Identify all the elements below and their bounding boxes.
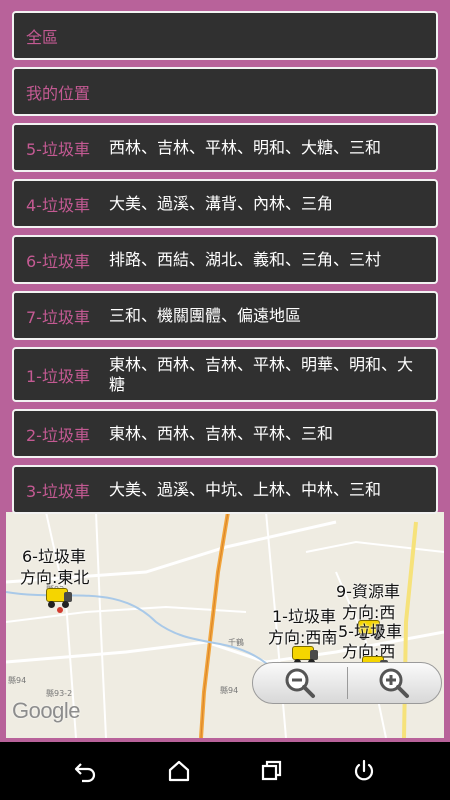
road-label: 縣94 <box>220 686 239 695</box>
recents-button[interactable] <box>251 751 291 791</box>
menu-item-title: 7-垃圾車 <box>26 307 90 327</box>
recents-icon <box>262 760 282 781</box>
menu-item-truck-2[interactable]: 2-垃圾車 東林、西林、吉林、平林、三和 <box>12 409 438 458</box>
menu-item-route: 西林、吉林、平林、明和、大糖、三和 <box>109 137 382 157</box>
menu-item-route: 大美、過溪、中坑、上林、中林、三和 <box>109 479 382 499</box>
zoom-in-button[interactable] <box>348 663 442 703</box>
menu-item-my-location[interactable]: 我的位置 <box>12 67 438 116</box>
truck-menu-list: 全區 我的位置 5-垃圾車 西林、吉林、平林、明和、大糖、三和 4-垃圾車 大美… <box>12 11 438 521</box>
zoom-in-icon <box>379 668 410 698</box>
menu-item-title: 4-垃圾車 <box>26 195 90 215</box>
road-label: 縣94 <box>8 676 27 685</box>
zoom-controls <box>252 662 442 704</box>
menu-item-title: 3-垃圾車 <box>26 481 90 501</box>
menu-item-truck-7[interactable]: 7-垃圾車 三和、機關團體、偏遠地區 <box>12 291 438 340</box>
menu-item-route: 排路、西結、湖北、義和、三角、三村 <box>109 249 382 269</box>
truck-marker[interactable] <box>44 586 74 608</box>
map-view[interactable]: 縣93 縣94 縣93-2 縣94 千鶴 6-垃圾車 方向:東北 9-資源車 方… <box>6 512 444 738</box>
power-icon <box>354 759 373 781</box>
power-button[interactable] <box>344 751 384 791</box>
menu-item-title: 我的位置 <box>26 83 91 103</box>
back-icon <box>75 763 96 783</box>
menu-item-route: 東林、西林、吉林、平林、三和 <box>109 423 334 443</box>
back-button[interactable] <box>66 751 106 791</box>
menu-item-title: 1-垃圾車 <box>26 366 90 386</box>
zoom-out-icon <box>285 668 315 698</box>
menu-item-truck-5[interactable]: 5-垃圾車 西林、吉林、平林、明和、大糖、三和 <box>12 123 438 172</box>
zoom-out-button[interactable] <box>253 663 347 703</box>
home-button[interactable] <box>159 751 199 791</box>
menu-item-title: 全區 <box>26 27 59 47</box>
road-label: 千鶴 <box>228 638 244 647</box>
menu-item-all-area[interactable]: 全區 <box>12 11 438 60</box>
menu-item-title: 5-垃圾車 <box>26 139 90 159</box>
system-nav-bar <box>0 742 450 800</box>
menu-item-title: 2-垃圾車 <box>26 425 90 445</box>
menu-item-truck-1[interactable]: 1-垃圾車 東林、西林、吉林、平林、明華、明和、大糖 <box>12 347 438 402</box>
menu-item-title: 6-垃圾車 <box>26 251 90 271</box>
google-logo: Google <box>12 698 80 723</box>
app-screen: 縣93 縣94 縣93-2 縣94 千鶴 6-垃圾車 方向:東北 9-資源車 方… <box>0 0 450 800</box>
menu-item-route: 三和、機關團體、偏遠地區 <box>109 305 302 325</box>
menu-item-route: 大美、過溪、溝背、內林、三角 <box>109 193 334 213</box>
truck-label-direction: 方向:東北 <box>20 568 90 587</box>
menu-item-truck-6[interactable]: 6-垃圾車 排路、西結、湖北、義和、三角、三村 <box>12 235 438 284</box>
menu-item-truck-3[interactable]: 3-垃圾車 大美、過溪、中坑、上林、中林、三和 <box>12 465 438 514</box>
menu-item-route: 東林、西林、吉林、平林、明華、明和、大糖 <box>109 354 414 394</box>
menu-item-truck-4[interactable]: 4-垃圾車 大美、過溪、溝背、內林、三角 <box>12 179 438 228</box>
home-icon <box>168 760 189 782</box>
